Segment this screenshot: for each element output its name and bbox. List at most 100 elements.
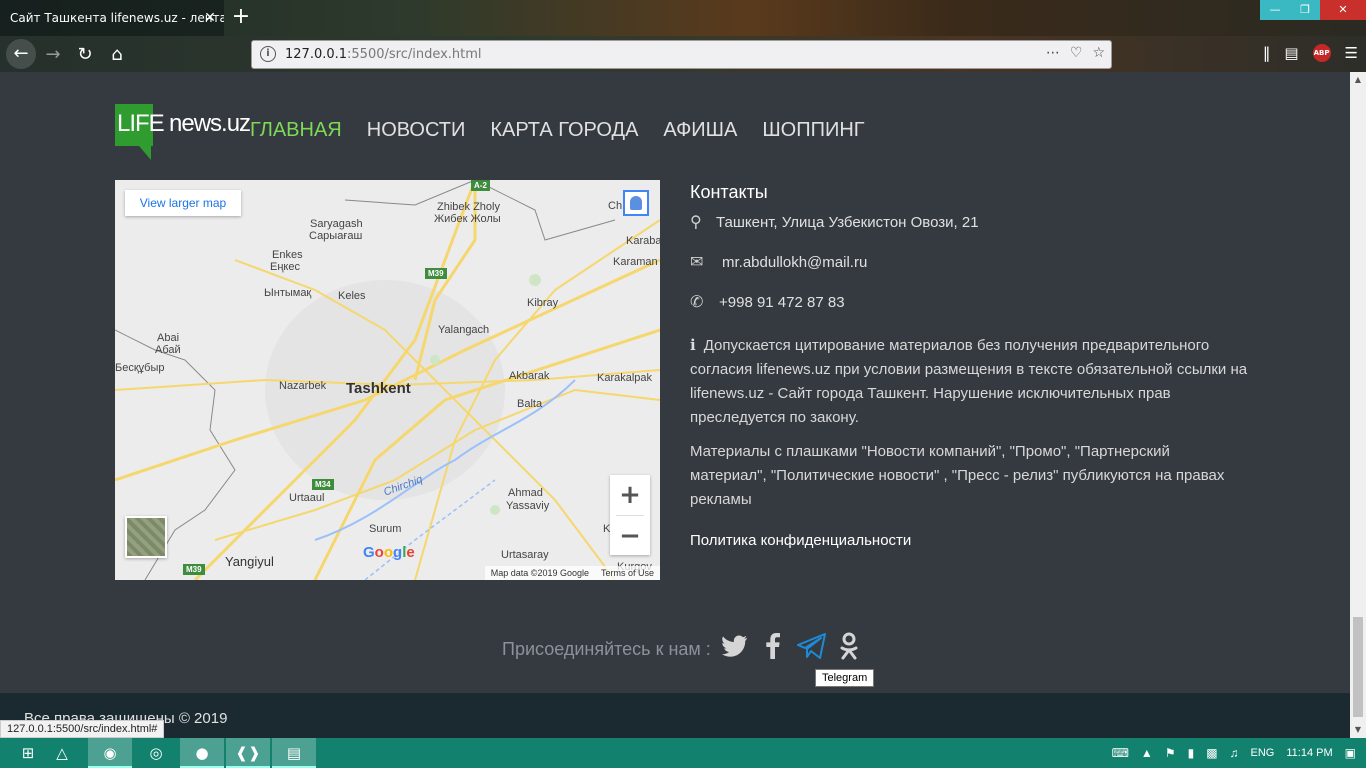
clock[interactable]: 11:14 PM: [1286, 747, 1332, 759]
url-text[interactable]: 127.0.0.1:5500/src/index.html: [285, 47, 482, 62]
view-larger-map-link[interactable]: View larger map: [125, 190, 241, 216]
restore-button[interactable]: ❐: [1290, 0, 1320, 20]
zoom-in-button[interactable]: +: [610, 475, 650, 515]
site-footer: Все права защищены © 2019: [0, 693, 1350, 738]
map-label: Еңкес: [270, 261, 300, 273]
logo-life-text: LIFE: [117, 110, 165, 137]
facebook-icon[interactable]: [759, 633, 787, 665]
satellite-toggle[interactable]: [125, 516, 167, 558]
flag-icon[interactable]: ⚑: [1165, 746, 1176, 760]
map-label: Urtaaul: [289, 492, 325, 504]
street-view-pegman-icon[interactable]: [623, 190, 649, 216]
library-icon[interactable]: ‖: [1263, 44, 1271, 62]
volume-icon[interactable]: ♫: [1230, 746, 1239, 760]
menu-hamburger-icon[interactable]: ☰: [1345, 44, 1358, 62]
app-icon[interactable]: △: [40, 738, 84, 768]
logo-news-text: news.uz: [169, 110, 251, 137]
zoom-out-button[interactable]: −: [610, 516, 650, 556]
map-footer: Map data ©2019 Google Terms of Use: [484, 566, 660, 580]
notice-text: Допускается цитирование материалов без п…: [690, 337, 1248, 426]
adblock-icon[interactable]: ABP: [1312, 44, 1331, 62]
pocket-icon[interactable]: ♡: [1070, 45, 1083, 61]
new-tab-button[interactable]: +: [230, 4, 252, 30]
browser-tab[interactable]: Сайт Ташкента lifenews.uz - лента: [0, 0, 224, 36]
firefox-icon[interactable]: ●: [180, 738, 224, 768]
browser-navbar: ← → ↻ ⌂ i 127.0.0.1:5500/src/index.html …: [0, 36, 1366, 72]
forward-arrow-icon[interactable]: →: [40, 42, 66, 68]
join-us-bar: Присоединяйтесь к нам :: [502, 632, 863, 666]
map-label: Keles: [338, 290, 366, 302]
map-label: Yalangach: [438, 324, 490, 336]
sidebar-icon[interactable]: ▤: [1284, 44, 1298, 62]
map-zoom-control: + −: [610, 475, 650, 555]
scroll-down-arrow-icon[interactable]: ▼: [1350, 722, 1366, 738]
copyright-notice: i Допускается цитирование материалов без …: [690, 333, 1250, 430]
map-label: Yassaviy: [506, 500, 550, 512]
google-map[interactable]: View larger map Zhibek Zholy Жибек Жолы …: [115, 180, 660, 580]
ads-notice: Материалы с плашками "Новости компаний",…: [690, 443, 1225, 508]
twitter-icon[interactable]: [721, 635, 749, 663]
map-label: Ahmad: [508, 487, 543, 499]
site-info-icon[interactable]: i: [260, 46, 276, 62]
menu-item-home[interactable]: ГЛАВНАЯ: [250, 119, 342, 142]
google-logo-letter: o: [374, 544, 384, 561]
envelope-icon: ✉: [690, 254, 704, 271]
bookmark-star-icon[interactable]: ☆: [1092, 45, 1105, 61]
google-logo-letter: G: [363, 544, 375, 561]
home-icon[interactable]: ⌂: [104, 42, 130, 68]
contacts-section: Контакты ⚲ Ташкент, Улица Узбекистон Ово…: [690, 180, 1250, 550]
map-label: Жибек Жолы: [434, 213, 501, 225]
keyboard-icon[interactable]: ⌨: [1112, 746, 1129, 760]
signal-icon[interactable]: ▩: [1206, 746, 1217, 760]
map-label: Yangiyul: [225, 554, 274, 569]
map-label: Ынтымақ: [264, 287, 312, 299]
map-label: Surum: [369, 523, 402, 535]
telegram-icon[interactable]: [796, 633, 826, 665]
battery-icon[interactable]: ▮: [1188, 746, 1195, 760]
scroll-thumb[interactable]: [1353, 617, 1363, 717]
menu-item-city-map[interactable]: КАРТА ГОРОДА: [490, 119, 638, 142]
notifications-icon[interactable]: ▣: [1345, 746, 1356, 760]
info-icon: i: [690, 336, 696, 354]
minimize-button[interactable]: —: [1260, 0, 1290, 20]
map-label: Karaman: [613, 256, 658, 268]
url-bar[interactable]: i 127.0.0.1:5500/src/index.html ⋯ ♡ ☆: [251, 40, 1112, 69]
file-explorer-icon[interactable]: ▤: [272, 738, 316, 768]
chevron-up-icon[interactable]: ▲: [1141, 746, 1153, 760]
language-indicator[interactable]: ENG: [1251, 747, 1275, 759]
map-terms-link[interactable]: Terms of Use: [601, 566, 654, 580]
map-label: Абай: [155, 344, 181, 356]
phone-icon: ✆: [690, 294, 704, 311]
map-label: Zhibek Zholy: [437, 201, 500, 213]
back-arrow-icon[interactable]: ←: [6, 39, 36, 69]
road-shield: M39: [425, 268, 447, 279]
google-logo-letter: g: [393, 544, 403, 561]
contact-email: ✉ mr.abdullokh@mail.ru: [690, 243, 1250, 283]
contact-phone: ✆ +998 91 472 87 83: [690, 283, 1250, 323]
site-logo[interactable]: LIFE news.uz: [115, 104, 251, 164]
map-label: Ch: [608, 200, 623, 212]
odnoklassniki-icon[interactable]: [835, 632, 863, 666]
map-label: Abai: [157, 332, 180, 344]
page-scrollbar[interactable]: ▲ ▼: [1350, 72, 1366, 738]
window-controls: — ❐ ✕: [1260, 0, 1366, 20]
url-host: 127.0.0.1: [285, 47, 348, 62]
tab-close-icon[interactable]: ✕: [200, 8, 220, 28]
status-bar-url: 127.0.0.1:5500/src/index.html#: [0, 720, 165, 738]
road-shield: M39: [183, 564, 205, 575]
chrome-icon[interactable]: ◎: [134, 738, 178, 768]
road-shield: A-2: [471, 180, 490, 191]
app-icon[interactable]: ◉: [88, 738, 132, 768]
google-logo: Google: [363, 544, 415, 561]
vscode-icon[interactable]: ❰❱: [226, 738, 270, 768]
reload-icon[interactable]: ↻: [72, 42, 98, 68]
menu-item-news[interactable]: НОВОСТИ: [367, 119, 466, 142]
scroll-up-arrow-icon[interactable]: ▲: [1350, 72, 1366, 88]
email-link[interactable]: mr.abdullokh@mail.ru: [722, 253, 867, 273]
system-tray: ⌨ ▲ ⚑ ▮ ▩ ♫ ENG 11:14 PM ▣: [1112, 738, 1366, 768]
menu-item-shopping[interactable]: ШОППИНГ: [762, 119, 864, 142]
menu-item-events[interactable]: АФИША: [663, 119, 737, 142]
page-actions-icon[interactable]: ⋯: [1046, 45, 1060, 61]
close-window-button[interactable]: ✕: [1320, 0, 1366, 20]
privacy-policy-link[interactable]: Политика конфиденциальности: [690, 532, 911, 549]
